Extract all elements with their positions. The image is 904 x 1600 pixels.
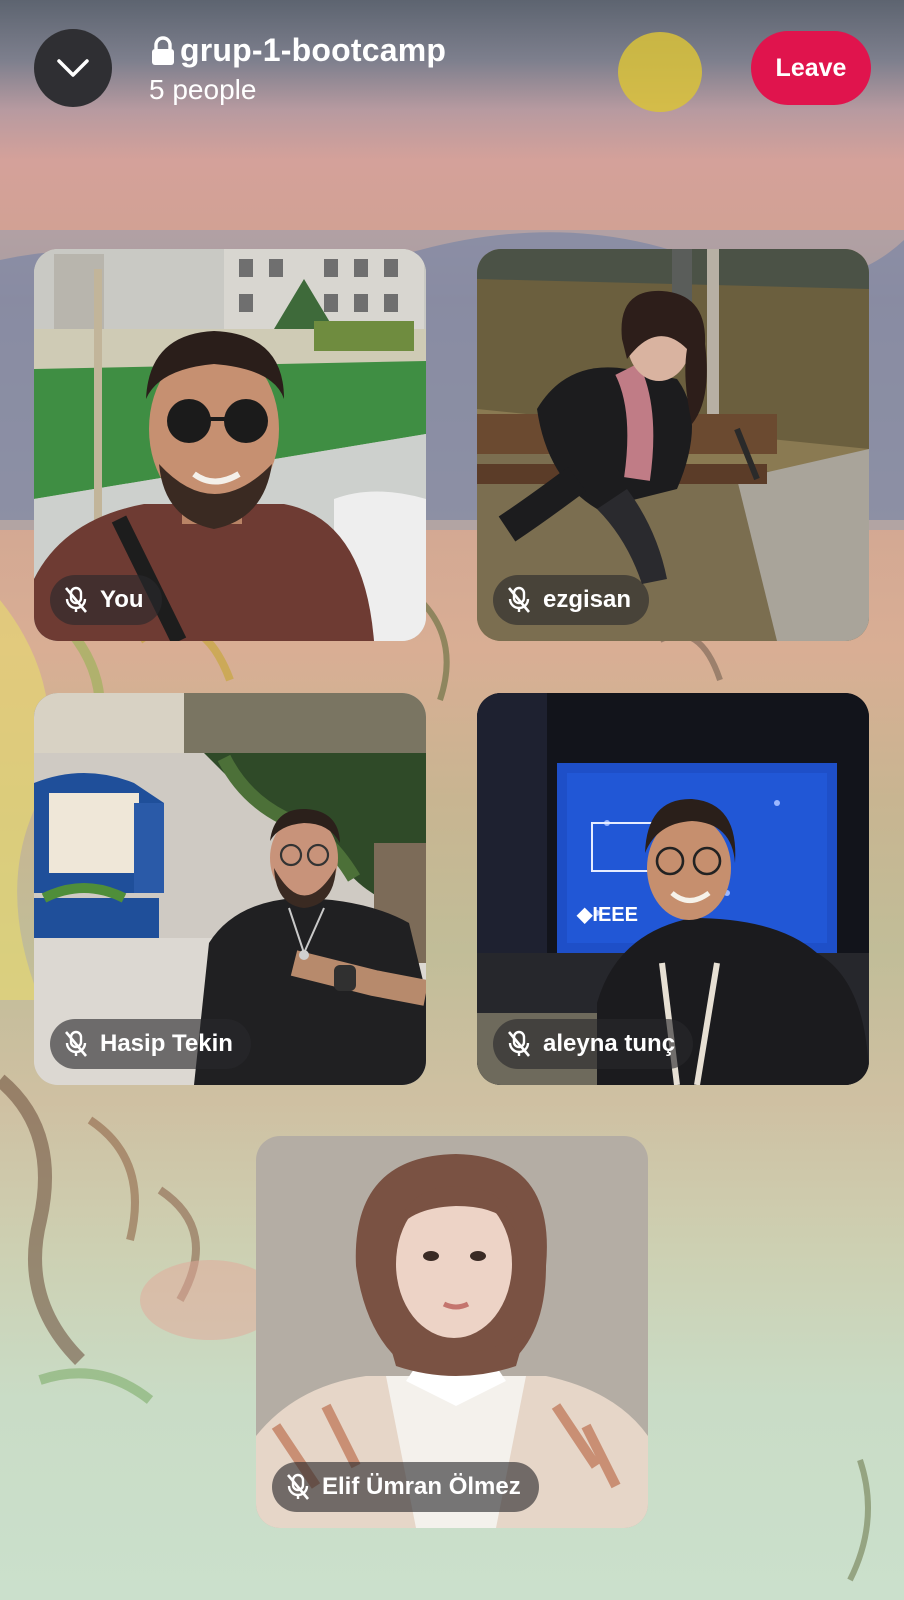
participant-name-pill: Hasip Tekin xyxy=(50,1019,251,1069)
participant-tile-aleyna-tunc[interactable]: ◆IEEE aleyna tunç xyxy=(477,693,869,1085)
lock-icon xyxy=(152,35,174,65)
mic-off-icon xyxy=(508,1030,530,1057)
participant-tile-ezgisan[interactable]: ezgisan xyxy=(477,249,869,641)
participant-name-pill: aleyna tunç xyxy=(493,1019,694,1069)
participant-name-pill: Elif Ümran Ölmez xyxy=(272,1462,539,1512)
participant-name-pill: ezgisan xyxy=(493,575,650,625)
leave-button[interactable]: Leave xyxy=(751,31,871,105)
mic-off-icon xyxy=(508,586,530,613)
call-header: grup-1-bootcamp 5 people Leave xyxy=(0,0,904,140)
mic-off-icon xyxy=(65,1030,87,1057)
chevron-down-icon xyxy=(57,59,89,77)
mic-off-icon xyxy=(65,586,87,613)
room-title-row: grup-1-bootcamp xyxy=(150,32,446,69)
participant-name: Hasip Tekin xyxy=(100,1030,233,1057)
participant-name: ezgisan xyxy=(543,586,632,613)
participant-name: You xyxy=(100,586,144,613)
people-count[interactable]: 5 people xyxy=(149,74,256,106)
participant-tile-hasip-tekin[interactable]: Hasip Tekin xyxy=(34,693,426,1085)
participant-name: aleyna tunç xyxy=(543,1030,676,1057)
participant-name-pill: You xyxy=(50,575,162,625)
collapse-button[interactable] xyxy=(34,29,112,107)
participant-name: Elif Ümran Ölmez xyxy=(322,1473,521,1500)
participant-tile-you[interactable]: You xyxy=(34,249,426,641)
svg-text:◆IEEE: ◆IEEE xyxy=(576,904,638,926)
participant-tile-elif-umran-olmez[interactable]: Elif Ümran Ölmez xyxy=(256,1136,648,1528)
room-title: grup-1-bootcamp xyxy=(180,32,447,68)
mic-off-icon xyxy=(287,1473,309,1500)
